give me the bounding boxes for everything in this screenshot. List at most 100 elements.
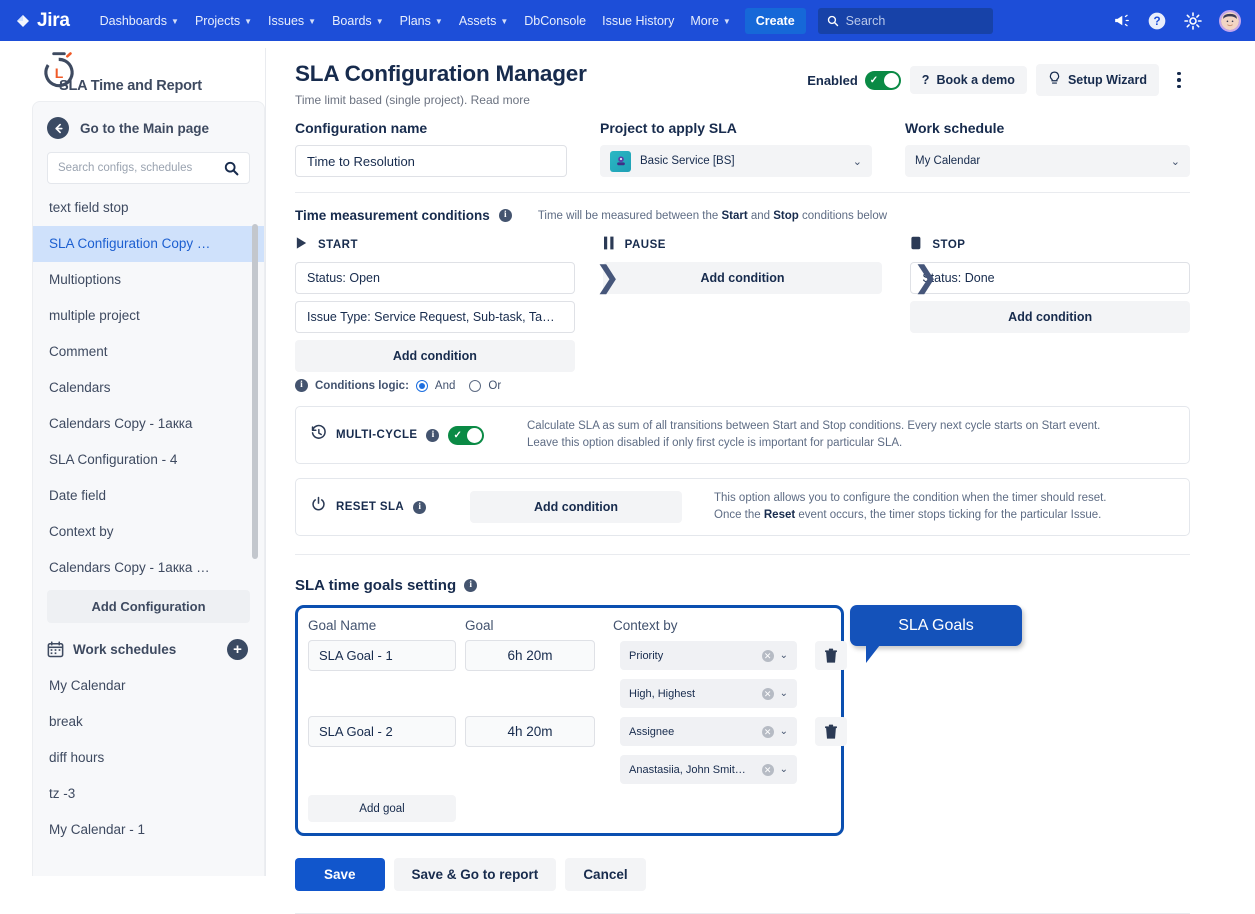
delete-goal-placeholder-1	[815, 679, 847, 708]
history-clock-icon	[310, 424, 327, 446]
context-select-1[interactable]: High, Highest ✕ ⌄	[620, 679, 797, 708]
book-a-demo-button[interactable]: ? Book a demo	[910, 66, 1027, 94]
nav-item-boards[interactable]: Boards ▼	[324, 8, 392, 34]
svg-text:?: ?	[1153, 15, 1160, 28]
sidebar-item-config-1[interactable]: SLA Configuration Copy …	[33, 226, 264, 262]
sidebar-item-config-10[interactable]: Calendars Copy - 1акка …	[33, 550, 264, 586]
help-icon[interactable]: ?	[1147, 11, 1167, 31]
sidebar-item-schedule-2[interactable]: diff hours	[33, 740, 264, 776]
info-icon[interactable]: i	[464, 579, 477, 592]
create-button[interactable]: Create	[745, 8, 806, 34]
chevron-down-icon[interactable]: ⌄	[780, 726, 788, 737]
logic-or-radio[interactable]	[469, 380, 481, 392]
sidebar-item-schedule-0[interactable]: My Calendar	[33, 668, 264, 704]
multi-cycle-toggle[interactable]: ✓	[448, 426, 484, 445]
stop-add-condition-button[interactable]: Add condition	[910, 301, 1190, 333]
context-select-2[interactable]: Assignee ✕ ⌄	[620, 717, 797, 746]
info-icon[interactable]: i	[426, 429, 439, 442]
sidebar-item-schedule-4[interactable]: My Calendar - 1	[33, 812, 264, 848]
conditions-logic-label: Conditions logic:	[315, 380, 409, 392]
sidebar-item-config-6[interactable]: Calendars Copy - 1акка	[33, 406, 264, 442]
sidebar-item-config-3[interactable]: multiple project	[33, 298, 264, 334]
nav-item-dashboards[interactable]: Dashboards▼	[92, 8, 187, 34]
setup-wizard-button[interactable]: Setup Wizard	[1036, 64, 1159, 96]
delete-goal-button-0[interactable]	[815, 641, 847, 670]
sidebar-item-schedule-1[interactable]: break	[33, 704, 264, 740]
clear-icon[interactable]: ✕	[762, 764, 774, 776]
add-configuration-button[interactable]: Add Configuration	[47, 590, 250, 623]
sidebar-item-config-4[interactable]: Comment	[33, 334, 264, 370]
clear-icon[interactable]: ✕	[762, 650, 774, 662]
goal-duration-input-2[interactable]: 4h 20m	[465, 716, 595, 747]
sidebar-item-config-8[interactable]: Date field	[33, 478, 264, 514]
nav-item-assets[interactable]: Assets▼	[451, 8, 516, 34]
work-schedule-select[interactable]: My Calendar ⌄	[905, 145, 1190, 177]
sidebar-item-config-7[interactable]: SLA Configuration - 4	[33, 442, 264, 478]
stop-conditions-column: STOP Status: Done Add condition	[910, 236, 1190, 392]
sidebar-item-config-5[interactable]: Calendars	[33, 370, 264, 406]
nav-item-plans[interactable]: Plans▼	[392, 8, 451, 34]
note-prefix: Time will be measured between the	[538, 210, 722, 222]
add-schedule-button[interactable]: +	[227, 639, 248, 660]
nav-item-issue-history[interactable]: Issue History	[594, 8, 682, 34]
configuration-name-input[interactable]: Time to Resolution	[295, 145, 567, 177]
start-add-condition-button[interactable]: Add condition	[295, 340, 575, 372]
project-select[interactable]: Basic Service [BS] ⌄	[600, 145, 872, 177]
reset-sla-desc-line1: This option allows you to configure the …	[714, 492, 1107, 504]
chevron-down-icon: ▼	[435, 17, 443, 26]
logic-and-radio[interactable]	[416, 380, 428, 392]
nav-item-dbconsole[interactable]: DbConsole	[516, 8, 594, 34]
stop-condition-0[interactable]: Status: Done	[910, 262, 1190, 294]
nav-label: DbConsole	[524, 14, 586, 28]
start-condition-1[interactable]: Issue Type: Service Request, Sub-task, T…	[295, 301, 575, 333]
go-to-main-page-button[interactable]: Go to the Main page	[33, 102, 264, 152]
multi-cycle-desc-line2: Leave this option disabled if only first…	[527, 437, 902, 449]
enabled-toggle[interactable]: ✓	[865, 71, 901, 90]
pause-add-condition-button[interactable]: Add condition	[603, 262, 883, 294]
save-button[interactable]: Save	[295, 858, 385, 891]
sidebar-item-schedule-3[interactable]: tz -3	[33, 776, 264, 812]
settings-icon[interactable]	[1183, 11, 1203, 31]
info-icon[interactable]: i	[295, 379, 308, 392]
goal-name-input-0[interactable]: SLA Goal - 1	[308, 640, 456, 671]
reset-sla-add-condition-button[interactable]: Add condition	[470, 491, 682, 523]
main-content-panel: SLA Configuration Manager Time limit bas…	[265, 48, 1225, 876]
start-condition-0[interactable]: Status: Open	[295, 262, 575, 294]
add-goal-button[interactable]: Add goal	[308, 795, 456, 822]
nav-item-more[interactable]: More▼	[682, 8, 738, 34]
global-search-input[interactable]: Search	[818, 8, 993, 34]
chevron-down-icon[interactable]: ⌄	[780, 764, 788, 775]
jira-logo[interactable]: Jira	[14, 10, 70, 32]
sidebar-scrollbar[interactable]	[252, 224, 258, 559]
cancel-button[interactable]: Cancel	[565, 858, 645, 891]
save-and-go-to-report-button[interactable]: Save & Go to report	[394, 858, 557, 891]
clear-icon[interactable]: ✕	[762, 726, 774, 738]
nav-item-issues[interactable]: Issues▼	[260, 8, 324, 34]
clear-icon[interactable]: ✕	[762, 688, 774, 700]
context-select-0[interactable]: Priority ✕ ⌄	[620, 641, 797, 670]
sidebar-item-config-0[interactable]: text field stop	[33, 190, 264, 226]
goals-column-headers: Goal Name Goal Context by	[308, 618, 829, 633]
goal-duration-input-0[interactable]: 6h 20m	[465, 640, 595, 671]
chevron-separator-1: ❯	[595, 260, 620, 295]
nav-item-projects[interactable]: Projects▼	[187, 8, 260, 34]
chevron-down-icon[interactable]: ⌄	[780, 650, 788, 661]
sidebar-item-config-2[interactable]: Multioptions	[33, 262, 264, 298]
goal-name-input-2[interactable]: SLA Goal - 2	[308, 716, 456, 747]
chevron-down-icon[interactable]: ⌄	[780, 688, 788, 699]
avatar[interactable]	[1219, 10, 1241, 32]
more-options-button[interactable]	[1168, 68, 1190, 93]
goal-column-header: Goal	[465, 618, 613, 633]
context-select-3[interactable]: Anastasiia, John Smit… ✕ ⌄	[620, 755, 797, 784]
chevron-down-icon: ▼	[500, 17, 508, 26]
delete-goal-button-2[interactable]	[815, 717, 847, 746]
time-measurement-header: Time measurement conditions i Time will …	[295, 208, 1190, 223]
sidebar-item-config-9[interactable]: Context by	[33, 514, 264, 550]
chevron-down-icon: ▼	[376, 17, 384, 26]
info-icon[interactable]: i	[413, 501, 426, 514]
project-avatar-icon	[610, 151, 631, 172]
info-icon[interactable]: i	[499, 209, 512, 222]
nav-label: Boards	[332, 14, 372, 28]
sidebar-search-input[interactable]: Search configs, schedules	[47, 152, 250, 184]
megaphone-icon[interactable]	[1112, 11, 1131, 30]
